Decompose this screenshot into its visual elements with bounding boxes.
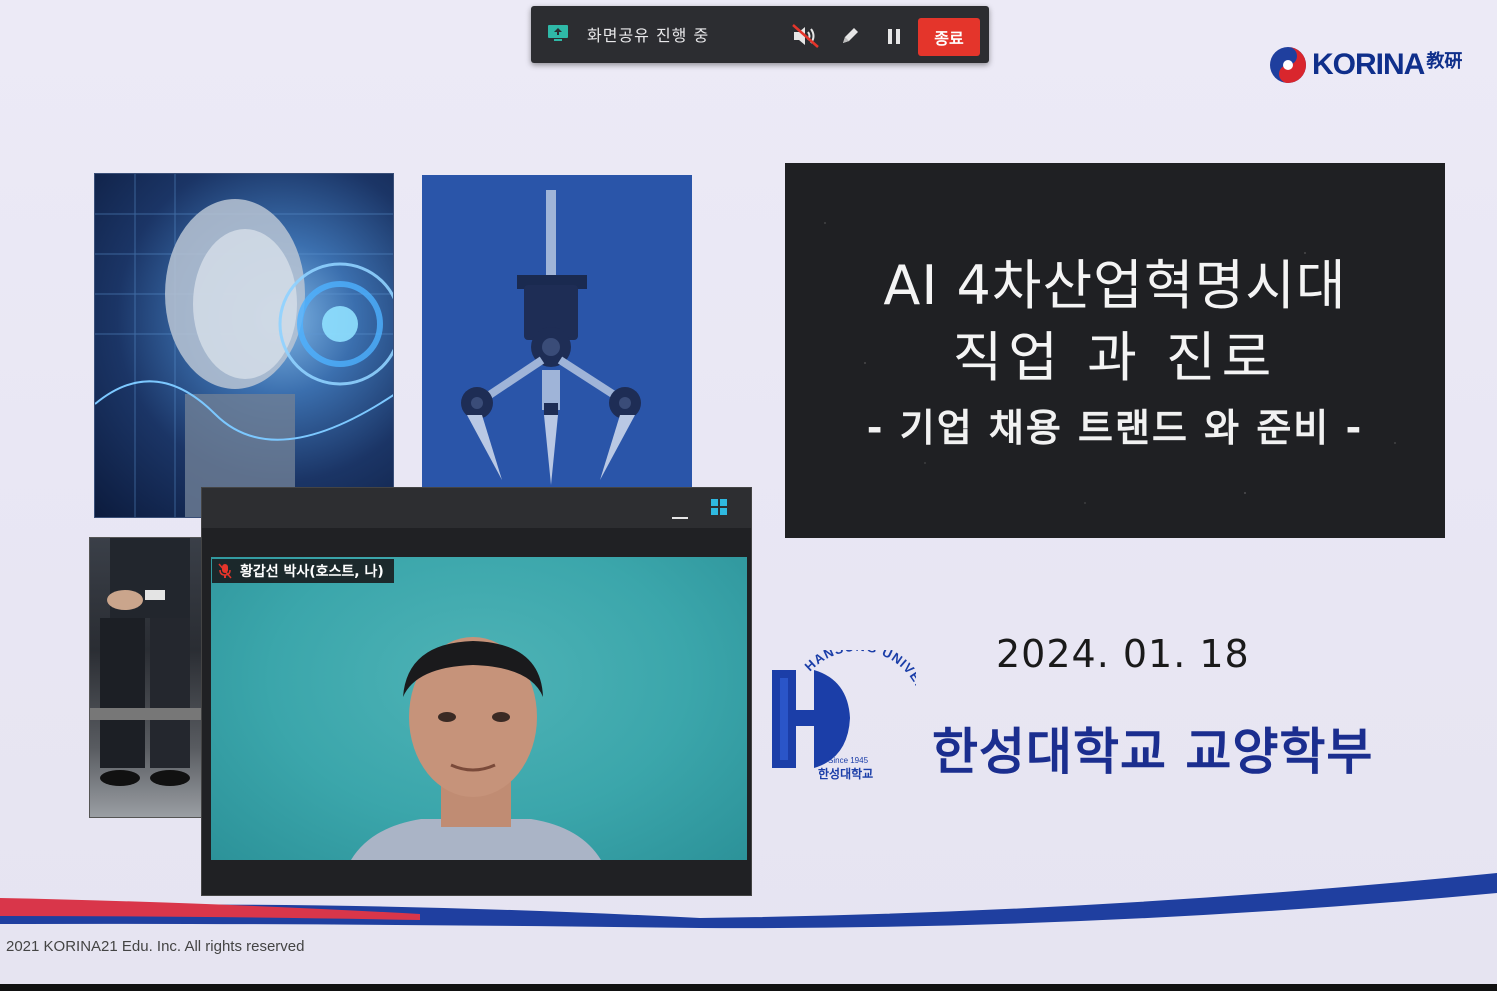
slide-title-line2: 직업 과 진로	[952, 326, 1278, 389]
mic-muted-icon	[218, 563, 232, 579]
korina-logo-sub: 教硏	[1426, 51, 1463, 72]
share-status-text: 화면공유 진행 중	[587, 26, 710, 45]
video-titlebar[interactable]	[202, 488, 751, 528]
presentation-slide: 화면공유 진행 중 종료 KORINA 教硏 AI 4차산업혁명시대 직업 과 …	[0, 0, 1497, 984]
korina-logo-text: KORINA	[1312, 48, 1425, 81]
monitor-bezel	[0, 984, 1497, 991]
pencil-icon	[843, 28, 858, 43]
participant-video-window[interactable]: 황갑선 박사(호스트, 나)	[201, 487, 752, 896]
mute-audio-button[interactable]	[789, 20, 823, 52]
slide-title-box: AI 4차산업혁명시대 직업 과 진로 - 기업 채용 트랜드 와 준비 -	[785, 163, 1445, 538]
univ-logo-korean: 한성대학교	[818, 766, 873, 781]
participant-video-feed	[211, 557, 747, 860]
annotate-button[interactable]	[833, 20, 867, 52]
participant-name: 황갑선 박사(호스트, 나)	[240, 564, 384, 580]
robot-arm-image	[422, 175, 692, 495]
minimize-button[interactable]	[670, 500, 690, 520]
slide-subtitle: - 기업 채용 트랜드 와 준비 -	[866, 406, 1364, 450]
slide-title-line1: AI 4차산업혁명시대	[883, 254, 1347, 317]
screen-share-icon	[547, 24, 569, 42]
copyright-text: 2021 KORINA21 Edu. Inc. All rights reser…	[6, 938, 305, 955]
ai-humanoid-image	[94, 173, 394, 518]
minimize-icon	[672, 517, 688, 519]
pause-share-button[interactable]	[877, 20, 911, 52]
korina-logo: KORINA 教硏	[1268, 42, 1480, 88]
participant-avatar	[351, 637, 601, 860]
pause-icon	[888, 29, 900, 44]
speaker-muted-icon	[792, 24, 819, 48]
grid-view-icon	[711, 499, 727, 515]
end-share-button[interactable]: 종료	[918, 18, 980, 56]
screen-share-toolbar: 화면공유 진행 중 종료	[531, 6, 989, 63]
hansung-university-logo: HANSUNG UNIVERSITY Since 1945 한성대학교	[768, 639, 934, 790]
participant-name-tag: 황갑선 박사(호스트, 나)	[212, 559, 394, 583]
university-name: 한성대학교 교양학부	[932, 723, 1374, 781]
univ-logo-since: Since 1945	[828, 756, 869, 765]
gallery-view-button[interactable]	[708, 496, 730, 518]
business-person-image	[89, 537, 209, 818]
slide-date: 2024. 01. 18	[996, 632, 1250, 676]
korina-emblem-icon	[1270, 47, 1306, 83]
